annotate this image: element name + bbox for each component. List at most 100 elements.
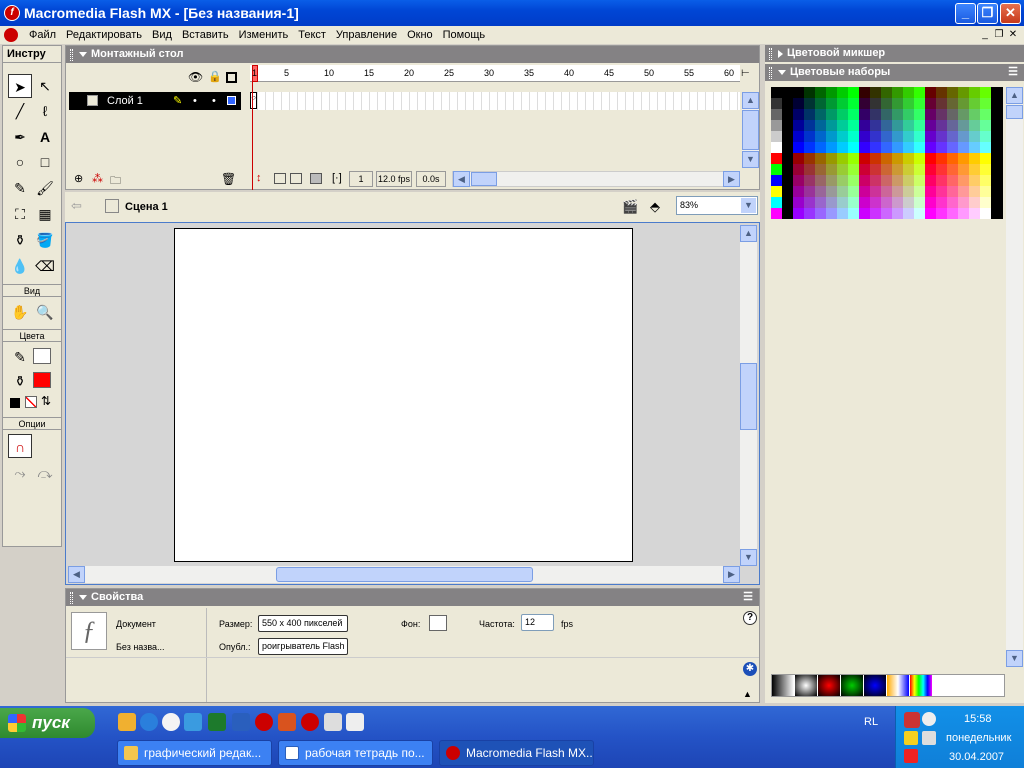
notepad-icon[interactable] — [346, 713, 364, 731]
color-swatch[interactable] — [980, 142, 991, 153]
stage-scroll-left-button[interactable]: ◀ — [68, 566, 85, 583]
language-indicator[interactable]: RL — [864, 716, 878, 728]
menu-file[interactable]: Файл — [24, 29, 61, 41]
stage-scroll-right-button[interactable]: ▶ — [723, 566, 740, 583]
color-swatch[interactable] — [936, 87, 947, 98]
color-swatch[interactable] — [881, 131, 892, 142]
eye-icon[interactable]: 👁 — [188, 70, 203, 84]
scroll-up-button[interactable]: ▲ — [742, 92, 759, 109]
gradient-radial-white[interactable] — [795, 675, 817, 696]
color-swatch[interactable] — [958, 98, 969, 109]
swatches-scroll-thumb[interactable] — [1006, 105, 1023, 119]
color-swatch[interactable] — [826, 87, 837, 98]
add-folder-icon[interactable]: 🗀 — [110, 172, 121, 191]
color-swatch[interactable] — [903, 175, 914, 186]
collapse-triangle-icon[interactable] — [79, 52, 87, 57]
no-color-button[interactable] — [25, 396, 37, 408]
color-swatch[interactable] — [980, 208, 991, 219]
color-swatch[interactable] — [969, 186, 980, 197]
pencil-tool[interactable]: ✎ — [8, 176, 32, 200]
color-swatch[interactable] — [859, 98, 870, 109]
color-swatch[interactable] — [826, 98, 837, 109]
straighten-icon[interactable]: ⤼ — [33, 461, 57, 485]
maximize-button[interactable]: ❐ — [977, 3, 998, 24]
add-guide-layer-icon[interactable]: ⁂ — [92, 172, 103, 185]
color-swatch[interactable] — [848, 87, 859, 98]
timeline-hscroll[interactable]: ◀ ▶ — [452, 171, 740, 187]
menu-control[interactable]: Управление — [331, 29, 402, 41]
stage-vscroll[interactable]: ▲ ▼ — [740, 225, 757, 566]
color-swatch[interactable] — [958, 197, 969, 208]
color-swatch[interactable] — [859, 87, 870, 98]
color-swatch[interactable] — [958, 164, 969, 175]
subselect-tool[interactable]: ↖ — [33, 74, 57, 98]
color-swatch[interactable] — [947, 208, 958, 219]
color-swatch[interactable] — [958, 109, 969, 120]
color-swatch[interactable] — [837, 164, 848, 175]
stroke-color-swatch[interactable] — [33, 348, 51, 364]
color-swatch[interactable] — [947, 175, 958, 186]
color-swatch[interactable] — [848, 109, 859, 120]
color-swatch[interactable] — [936, 131, 947, 142]
color-swatch[interactable] — [892, 186, 903, 197]
color-swatch[interactable] — [903, 87, 914, 98]
color-swatch[interactable] — [947, 109, 958, 120]
toolbox-header[interactable]: Инстру — [3, 46, 61, 63]
color-swatch[interactable] — [903, 98, 914, 109]
color-swatch[interactable] — [826, 164, 837, 175]
color-swatch[interactable] — [804, 164, 815, 175]
color-swatch[interactable] — [859, 186, 870, 197]
color-swatch[interactable] — [925, 186, 936, 197]
volume-icon[interactable] — [904, 731, 918, 745]
color-swatch[interactable] — [793, 120, 804, 131]
zoom-select[interactable]: 83% ▼ — [676, 196, 758, 215]
color-swatch[interactable] — [936, 153, 947, 164]
minimize-button[interactable]: _ — [955, 3, 976, 24]
color-swatches-header[interactable]: Цветовые наборы ☰ — [765, 64, 1024, 81]
ie-icon[interactable] — [140, 713, 158, 731]
color-swatch[interactable] — [914, 197, 925, 208]
props-panel-grip[interactable] — [70, 591, 73, 604]
color-swatch[interactable] — [837, 197, 848, 208]
edit-multiple-icon[interactable] — [310, 173, 322, 184]
menu-edit[interactable]: Редактировать — [61, 29, 147, 41]
color-swatch[interactable] — [848, 142, 859, 153]
color-swatch[interactable] — [826, 186, 837, 197]
document-icon[interactable] — [4, 28, 18, 42]
color-swatch[interactable] — [936, 98, 947, 109]
color-swatch[interactable] — [859, 153, 870, 164]
color-swatch[interactable] — [771, 197, 782, 208]
color-swatch[interactable] — [980, 197, 991, 208]
color-swatch[interactable] — [793, 142, 804, 153]
color-swatch[interactable] — [804, 131, 815, 142]
gradient-rainbow[interactable] — [910, 675, 932, 696]
fill-transform-tool[interactable]: ▦ — [33, 202, 57, 226]
color-swatch[interactable] — [892, 131, 903, 142]
stage-hscroll[interactable]: ◀ ▶ — [68, 566, 740, 583]
flash-app-icon[interactable]: f — [4, 5, 20, 21]
gradient-bw[interactable] — [772, 675, 794, 696]
color-swatch[interactable] — [881, 120, 892, 131]
color-swatch[interactable] — [771, 131, 782, 142]
color-swatch[interactable] — [826, 109, 837, 120]
center-frame-icon[interactable]: ↕ — [256, 172, 262, 184]
color-swatch[interactable] — [969, 98, 980, 109]
color-swatch[interactable] — [925, 87, 936, 98]
color-swatch[interactable] — [958, 142, 969, 153]
color-swatch[interactable] — [958, 186, 969, 197]
rectangle-tool[interactable]: □ — [33, 150, 57, 174]
color-swatch[interactable] — [793, 164, 804, 175]
add-layer-icon[interactable]: ⊕ — [74, 172, 83, 185]
props-expand-icon[interactable]: ▲ — [743, 689, 752, 699]
accessibility-icon[interactable]: ✱ — [743, 662, 757, 676]
color-swatch[interactable] — [793, 186, 804, 197]
menu-view[interactable]: Вид — [147, 29, 177, 41]
color-swatch[interactable] — [837, 142, 848, 153]
stage-vscroll-thumb[interactable] — [740, 363, 757, 430]
gradient-radial-blue[interactable] — [864, 675, 886, 696]
color-swatch[interactable] — [804, 87, 815, 98]
color-swatch[interactable] — [870, 98, 881, 109]
color-swatch[interactable] — [837, 131, 848, 142]
color-swatch[interactable] — [859, 120, 870, 131]
timeline-menu-icon[interactable]: ⊢ — [741, 68, 750, 79]
